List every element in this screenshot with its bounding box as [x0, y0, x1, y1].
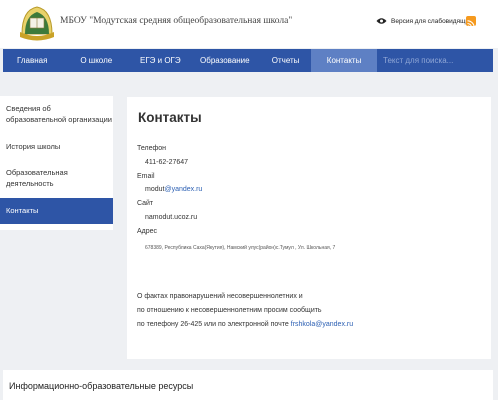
notice-line-2: по отношению к несовершеннолетним просим…: [137, 307, 322, 314]
eye-icon: [376, 18, 387, 24]
email-domain-link[interactable]: @yandex.ru: [164, 186, 202, 193]
address-value: 678389, Республика Саха(Якутия), Намский…: [145, 245, 336, 251]
site-value[interactable]: namodut.ucoz.ru: [145, 214, 197, 221]
search-input[interactable]: [377, 49, 494, 72]
accessibility-link-label: Версия для слабовидящих: [391, 17, 473, 25]
email-prefix: modut: [145, 186, 165, 193]
phone-value: 411-62-27647: [145, 159, 189, 166]
sidebar-item-contacts[interactable]: Контакты: [0, 198, 113, 224]
school-logo[interactable]: [18, 4, 56, 42]
nav-item-home[interactable]: Главная: [3, 49, 61, 72]
nav-item-about[interactable]: О школе: [61, 49, 131, 72]
notice-email-link[interactable]: frshkola@yandex.ru: [291, 321, 353, 328]
accessibility-link[interactable]: Версия для слабовидящих: [376, 17, 472, 25]
email-value[interactable]: modut@yandex.ru: [145, 186, 202, 193]
phone-label: Телефон: [137, 145, 167, 152]
page-title: Контакты: [138, 110, 202, 125]
site-label: Сайт: [137, 200, 154, 207]
site-header: МБОУ "Модутская средняя общеобразователь…: [0, 0, 498, 48]
sidebar-item-educational-activity[interactable]: Образовательная деятельность: [0, 160, 113, 198]
notice-line-3-text: по телефону 26-425 или по электронной по…: [137, 321, 289, 328]
notice-line-1: О фактах правонарушений несовершеннолетн…: [137, 293, 303, 300]
resources-panel: Информационно-образовательные ресурсы: [3, 370, 493, 400]
notice-line-3: по телефону 26-425 или по электронной по…: [137, 321, 353, 328]
email-label: Email: [137, 173, 155, 180]
sidebar: Сведения об образовательной организации …: [0, 96, 113, 230]
nav-item-education[interactable]: Образование: [190, 49, 261, 72]
nav-item-reports[interactable]: Отчеты: [260, 49, 311, 72]
main-nav: Главная О школе ЕГЭ и ОГЭ Образование От…: [3, 49, 494, 72]
address-label: Адрес: [137, 228, 158, 235]
contacts-panel: Контакты Телефон 411-62-27647 Email modu…: [127, 97, 491, 359]
nav-item-contacts[interactable]: Контакты: [311, 49, 378, 72]
resources-title: Информационно-образовательные ресурсы: [9, 381, 194, 391]
sidebar-item-org-info[interactable]: Сведения об образовательной организации: [0, 96, 113, 134]
school-name: МБОУ "Модутская средняя общеобразователь…: [60, 16, 293, 26]
rss-icon[interactable]: [466, 16, 476, 28]
sidebar-item-history[interactable]: История школы: [0, 134, 113, 160]
nav-item-exams[interactable]: ЕГЭ и ОГЭ: [131, 49, 189, 72]
